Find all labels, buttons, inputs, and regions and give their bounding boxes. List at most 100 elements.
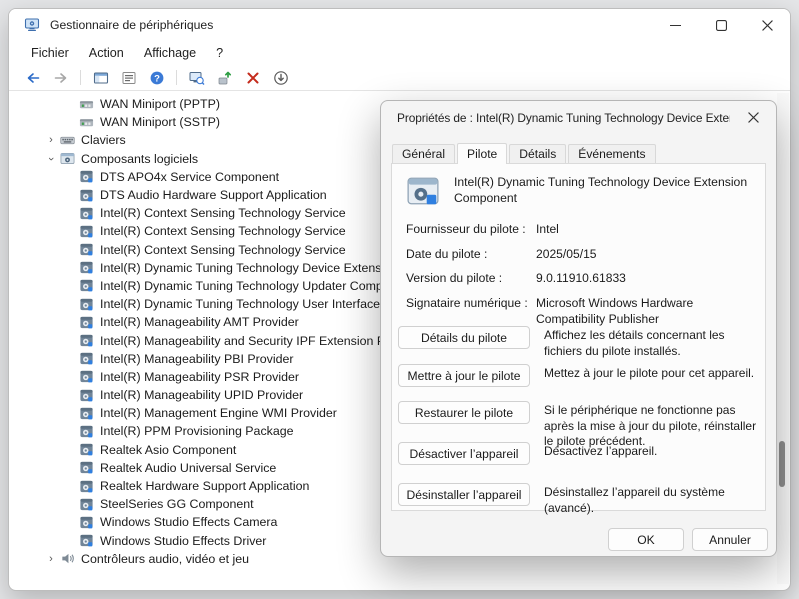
tree-item-label: Intel(R) Manageability PBI Provider — [100, 352, 294, 366]
software-component-icon — [79, 460, 94, 475]
menu-fichier[interactable]: Fichier — [21, 44, 79, 62]
action-row: Désinstaller l’appareil Désinstallez l’a… — [398, 483, 757, 516]
tab-details[interactable]: Détails — [509, 144, 566, 163]
tree-item-label: Intel(R) Context Sensing Technology Serv… — [100, 243, 346, 257]
tree-scrollbar[interactable] — [777, 93, 789, 584]
tree-item-label: WAN Miniport (PPTP) — [100, 97, 220, 111]
chevron-right-icon[interactable]: › — [45, 553, 57, 565]
tree-item-label: Intel(R) Dynamic Tuning Technology Devic… — [100, 261, 398, 275]
tree-item-label: Intel(R) PPM Provisioning Package — [100, 424, 294, 438]
software-component-icon — [79, 169, 94, 184]
close-icon[interactable] — [730, 101, 776, 133]
dialog-title: Propriétés de : Intel(R) Dynamic Tuning … — [397, 111, 730, 125]
update-driver-icon[interactable] — [216, 69, 233, 86]
titlebar[interactable]: Gestionnaire de périphériques — [9, 9, 790, 41]
tree-item-label: Realtek Asio Component — [100, 443, 236, 457]
back-icon[interactable] — [24, 69, 41, 86]
action-description: Désactivez l’appareil. — [544, 442, 657, 460]
scan-hardware-changes-icon[interactable] — [188, 69, 205, 86]
scrollbar-thumb[interactable] — [779, 441, 785, 487]
action-row: Détails du pilote Affichez les détails c… — [398, 326, 757, 359]
action-description: Mettez à jour le pilote pour cet apparei… — [544, 364, 754, 382]
device-header: Intel(R) Dynamic Tuning Technology Devic… — [406, 174, 755, 208]
network-adapter-icon — [79, 115, 94, 130]
tree-item-label: Intel(R) Context Sensing Technology Serv… — [100, 224, 346, 238]
field-label: Signataire numérique : — [406, 296, 536, 327]
menu-affichage[interactable]: Affichage — [134, 44, 206, 62]
audio-controller-icon — [60, 551, 75, 566]
tree-item-label: Contrôleurs audio, vidéo et jeu — [81, 552, 249, 566]
action-row: Désactiver l’appareil Désactivez l’appar… — [398, 442, 757, 465]
software-component-icon — [79, 497, 94, 512]
maximize-icon[interactable] — [698, 9, 744, 41]
dialog-tabs: Général Pilote Détails Événements — [392, 143, 658, 163]
tree-item-label: SteelSeries GG Component — [100, 497, 254, 511]
tab-evenements[interactable]: Événements — [568, 144, 655, 163]
software-component-icon — [79, 515, 94, 530]
tab-general[interactable]: Général — [392, 144, 455, 163]
software-component-icon — [79, 315, 94, 330]
tree-item-label: Intel(R) Management Engine WMI Provider — [100, 406, 337, 420]
software-component-icon — [79, 479, 94, 494]
network-adapter-icon — [79, 97, 94, 112]
tree-item-label: WAN Miniport (SSTP) — [100, 115, 220, 129]
dialog-titlebar[interactable]: Propriétés de : Intel(R) Dynamic Tuning … — [381, 101, 776, 134]
tab-pilote[interactable]: Pilote — [457, 143, 507, 164]
minimize-icon[interactable] — [652, 9, 698, 41]
field-row: Date du pilote : 2025/05/15 — [406, 247, 757, 263]
toolbar-separator — [80, 70, 81, 85]
field-row: Signataire numérique : Microsoft Windows… — [406, 296, 757, 327]
tree-item-label: Claviers — [81, 133, 126, 147]
field-value: Intel — [536, 222, 559, 238]
roll-back-driver-button[interactable]: Restaurer le pilote — [398, 401, 530, 424]
tree-item-label: Realtek Audio Universal Service — [100, 461, 276, 475]
tree-item-label: Composants logiciels — [81, 152, 198, 166]
driver-fields: Fournisseur du pilote : Intel Date du pi… — [406, 222, 757, 337]
show-console-tree-icon[interactable] — [92, 69, 109, 86]
tree-item-label: Windows Studio Effects Driver — [100, 534, 266, 548]
close-icon[interactable] — [744, 9, 790, 41]
tree-item-label: Intel(R) Context Sensing Technology Serv… — [100, 206, 346, 220]
software-component-icon — [406, 174, 440, 208]
disable-device-icon[interactable] — [272, 69, 289, 86]
forward-icon[interactable] — [52, 69, 69, 86]
software-component-icon — [79, 278, 94, 293]
software-component-icon — [79, 424, 94, 439]
desktop: Gestionnaire de périphériques Fichier Ac… — [0, 0, 799, 599]
tree-item-label: Intel(R) Manageability and Security IPF … — [100, 334, 423, 348]
update-driver-button[interactable]: Mettre à jour le pilote — [398, 364, 530, 387]
disable-device-button[interactable]: Désactiver l’appareil — [398, 442, 530, 465]
driver-tab-page: Intel(R) Dynamic Tuning Technology Devic… — [391, 163, 766, 511]
field-row: Version du pilote : 9.0.11910.61833 — [406, 271, 757, 287]
tree-item-label: Intel(R) Manageability PSR Provider — [100, 370, 299, 384]
uninstall-device-button[interactable]: Désinstaller l’appareil — [398, 483, 530, 506]
software-component-icon — [79, 533, 94, 548]
field-label: Version du pilote : — [406, 271, 536, 287]
ok-button[interactable]: OK — [608, 528, 684, 551]
chevron-right-icon[interactable]: › — [45, 134, 57, 146]
menu-action[interactable]: Action — [79, 44, 134, 62]
software-component-icon — [79, 260, 94, 275]
software-component-icon — [79, 442, 94, 457]
properties-icon[interactable] — [120, 69, 137, 86]
chevron-down-icon[interactable]: › — [45, 153, 57, 165]
help-icon[interactable] — [148, 69, 165, 86]
menu-aide[interactable]: ? — [206, 44, 233, 62]
software-component-icon — [79, 406, 94, 421]
software-component-icon — [79, 388, 94, 403]
software-component-icon — [79, 369, 94, 384]
tree-item-label: Intel(R) Dynamic Tuning Technology Updat… — [100, 279, 414, 293]
device-name: Intel(R) Dynamic Tuning Technology Devic… — [454, 174, 754, 208]
uninstall-device-icon[interactable] — [244, 69, 261, 86]
driver-details-button[interactable]: Détails du pilote — [398, 326, 530, 349]
cancel-button[interactable]: Annuler — [692, 528, 768, 551]
menubar: Fichier Action Affichage ? — [9, 41, 790, 65]
device-manager-app-icon — [24, 17, 40, 33]
software-component-icon — [79, 188, 94, 203]
toolbar — [9, 65, 790, 91]
action-description: Affichez les détails concernant les fich… — [544, 326, 757, 359]
keyboard-icon — [60, 133, 75, 148]
software-component-icon — [79, 206, 94, 221]
tree-item-label: Realtek Hardware Support Application — [100, 479, 309, 493]
tree-item-label: Windows Studio Effects Camera — [100, 515, 277, 529]
